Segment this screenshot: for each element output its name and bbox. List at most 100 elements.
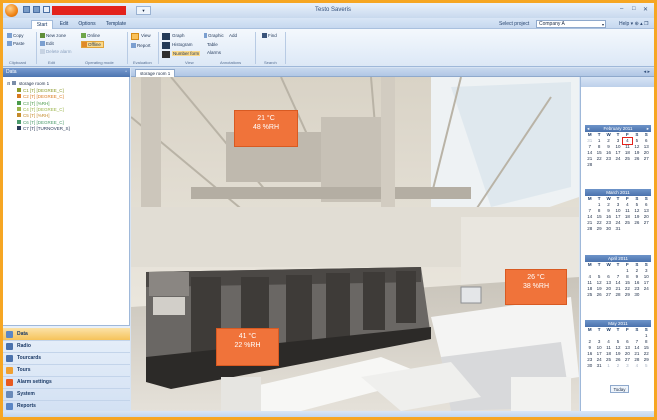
calendar-day[interactable]: 28 bbox=[585, 226, 594, 232]
calendar-day[interactable]: 30 bbox=[604, 226, 613, 232]
sensor-readout[interactable]: 26 °C 38 %RH bbox=[505, 269, 567, 305]
calendar-day[interactable]: 25 bbox=[623, 156, 632, 162]
calendar-day-grid: M T W T F S S 1 2 3 4 5 6 7 8 9 10 11 12 13 14 15 16 17 18 19 20 21… bbox=[585, 262, 651, 298]
tree-item-channel[interactable]: C3 [T] [%RH] bbox=[17, 100, 50, 106]
calendar-day[interactable]: 30 bbox=[585, 363, 594, 369]
sensor-readout[interactable]: 41 °C 22 %RH bbox=[216, 328, 279, 366]
humidity-value: 48 %RH bbox=[252, 124, 280, 131]
delete-alarm-button[interactable]: Delete alarm bbox=[40, 49, 72, 54]
chevron-right-icon[interactable]: ▸ bbox=[647, 125, 649, 132]
ribbon-separator bbox=[127, 32, 128, 64]
calendar-day[interactable]: 30 bbox=[632, 292, 641, 298]
calendar-day[interactable]: 3 bbox=[623, 363, 632, 369]
tree-item-label: C2 [T] [DEGREE_C] bbox=[23, 94, 64, 100]
report-button[interactable]: Report bbox=[131, 43, 151, 48]
tree-root[interactable]: ⊟ storage room 1 bbox=[7, 81, 49, 86]
sensor-readout[interactable]: 21 °C 48 %RH bbox=[234, 110, 298, 147]
calendar-day[interactable]: 24 bbox=[642, 286, 651, 292]
calendar-day[interactable]: 2 bbox=[613, 363, 622, 369]
calendar-day[interactable]: 27 bbox=[642, 156, 651, 162]
save-icon[interactable] bbox=[23, 6, 30, 13]
calendar-day[interactable]: 25 bbox=[585, 292, 594, 298]
tree-item-label: C4 [T] [DEGREE_C] bbox=[23, 106, 64, 112]
calendar-day[interactable]: 26 bbox=[632, 220, 641, 226]
add-button[interactable]: Add bbox=[229, 33, 237, 38]
help-menu[interactable]: Help ▾ ⊕ ▴ ❐ bbox=[619, 21, 649, 27]
calendar-day[interactable]: 27 bbox=[642, 220, 651, 226]
calendar-day[interactable]: 28 bbox=[613, 292, 622, 298]
calendar-day[interactable]: 24 bbox=[613, 156, 622, 162]
calendar-day[interactable]: 27 bbox=[604, 292, 613, 298]
tab-scroll-icon[interactable]: ◂ ▸ bbox=[644, 69, 650, 75]
view-button[interactable]: View bbox=[141, 33, 151, 38]
tab-template[interactable]: Template bbox=[102, 20, 130, 29]
paste-icon bbox=[7, 41, 12, 46]
pin-icon[interactable]: ▫ bbox=[125, 68, 127, 77]
paste-button[interactable]: Paste bbox=[7, 41, 25, 46]
qat-tab-button[interactable]: ▼ bbox=[136, 6, 151, 15]
calendar-day[interactable]: 22 bbox=[594, 156, 603, 162]
tree-item-channel[interactable]: C7 [T] [TURNOVER_S] bbox=[17, 125, 70, 131]
calendar-day[interactable]: 31 bbox=[594, 363, 603, 369]
chevron-left-icon[interactable]: ◂ bbox=[587, 125, 589, 132]
find-button[interactable]: Find bbox=[262, 33, 277, 38]
calendar-day[interactable]: 28 bbox=[585, 162, 594, 168]
tree-item-channel[interactable]: C2 [T] [DEGREE_C] bbox=[17, 94, 64, 99]
nav-item-label: Radio bbox=[17, 343, 31, 349]
tab-start[interactable]: Start bbox=[31, 20, 53, 29]
tab-edit[interactable]: Edit bbox=[56, 20, 72, 29]
data-panel-header: Data ▫ bbox=[3, 68, 130, 77]
graphic-button[interactable]: Graphic bbox=[204, 33, 224, 38]
histogram-button[interactable]: Histogram bbox=[172, 42, 193, 47]
edit-button[interactable]: Edit bbox=[40, 41, 54, 46]
online-button[interactable]: Online bbox=[81, 33, 100, 38]
close-button[interactable]: ✕ bbox=[643, 6, 648, 13]
calendar-month-title: April 2011 bbox=[608, 256, 628, 261]
calendar-day[interactable]: 29 bbox=[623, 292, 632, 298]
group-edit-label: Edit bbox=[48, 60, 55, 65]
ribbon-separator bbox=[285, 32, 286, 64]
tree-item-channel[interactable]: C4 [T] [DEGREE_C] bbox=[17, 106, 64, 112]
maximize-button[interactable]: □ bbox=[632, 6, 636, 12]
temperature-value: 26 °C bbox=[527, 274, 545, 281]
tree-item-channel[interactable]: C1 [T] [DEGREE_C] bbox=[17, 88, 64, 93]
quick-access-dropdown-icon[interactable] bbox=[43, 6, 50, 13]
calendar-month: April 2011 M T W T F S S 1 2 3 4 5 6 7 8 9 10 11 12 13 14 15 16… bbox=[585, 255, 651, 298]
report-icon bbox=[131, 43, 136, 48]
navigation-panel: Data Radio Tourcards Tours Alarm settings Sys… bbox=[3, 325, 130, 413]
tab-options[interactable]: Options bbox=[75, 20, 99, 29]
tree-item-channel[interactable]: C5 [T] [%RH] bbox=[17, 113, 50, 118]
calendar-day[interactable]: 1 bbox=[604, 363, 613, 369]
calendar-day[interactable]: 25 bbox=[623, 220, 632, 226]
calendar-day[interactable]: 29 bbox=[594, 226, 603, 232]
expand-icon[interactable]: ⊟ bbox=[7, 81, 10, 86]
table-button[interactable]: Table bbox=[207, 42, 218, 47]
sensor-icon bbox=[17, 94, 21, 99]
reports-icon bbox=[6, 403, 13, 410]
calendar-day[interactable]: 26 bbox=[632, 156, 641, 162]
project-select[interactable]: Company A ▾ bbox=[536, 20, 606, 28]
undo-icon[interactable] bbox=[33, 6, 40, 13]
tab-storage-room-1[interactable]: storage room 1 bbox=[135, 69, 176, 77]
calendar-day[interactable]: 23 bbox=[604, 156, 613, 162]
new-zone-button[interactable]: New zone bbox=[40, 33, 66, 38]
app-menu-orb[interactable] bbox=[5, 4, 18, 17]
calendar-day-grid: M T W T F S S 1 2 3 4 5 6 7 8 9 10 11 12 13 14 15 16 17 18 19 20 21… bbox=[585, 327, 651, 369]
calendar-day[interactable]: 4 bbox=[632, 363, 641, 369]
copy-button[interactable]: Copy bbox=[7, 33, 24, 38]
zone-icon bbox=[11, 81, 16, 85]
graph-button[interactable]: Graph bbox=[172, 33, 185, 38]
offline-button[interactable]: Offline bbox=[81, 41, 104, 48]
calendar-day[interactable]: 26 bbox=[594, 292, 603, 298]
calendar-month: ◂ February 2011 ▸ M T W T F S S 31 1 2 3 4 5 6 7 8 9 10 11 12 1… bbox=[585, 125, 651, 168]
minimize-button[interactable]: – bbox=[620, 6, 623, 12]
group-evaluation-label: Evaluation bbox=[133, 60, 152, 65]
calendar-day[interactable]: 31 bbox=[613, 226, 622, 232]
today-button[interactable]: Today bbox=[610, 385, 629, 393]
calendar-day[interactable]: 5 bbox=[642, 363, 651, 369]
temperature-value: 21 °C bbox=[257, 115, 275, 122]
alarms-button[interactable]: Alarms bbox=[207, 50, 221, 55]
number-form-button[interactable]: Number form bbox=[172, 51, 201, 56]
tourcards-icon bbox=[6, 355, 13, 362]
tree-item-channel[interactable]: C6 [T] [DEGREE_C] bbox=[17, 119, 64, 125]
